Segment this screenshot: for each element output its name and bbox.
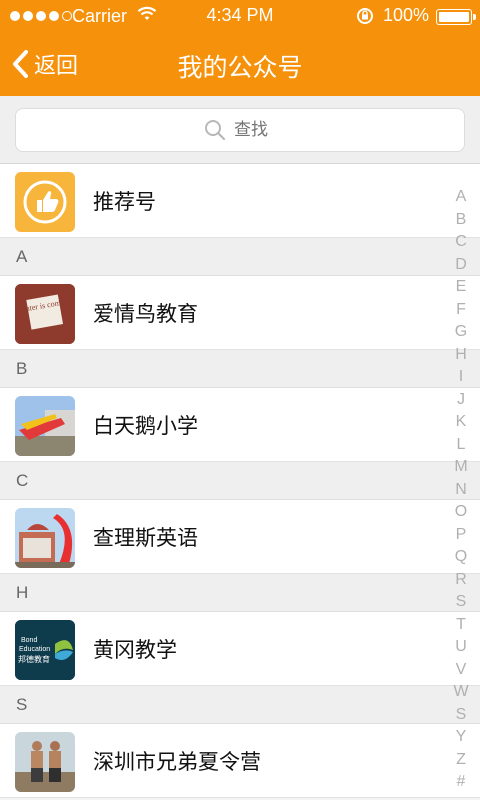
account-name: 爱情鸟教育: [93, 302, 198, 326]
account-list: 推荐号 A Winter is coming 爱情鸟教育 B 白天鹅小学 C 查…: [0, 164, 480, 798]
section-header-c: C: [0, 462, 480, 500]
index-letter[interactable]: I: [452, 366, 470, 389]
account-avatar: Bond Education 邦德教育: [15, 620, 75, 680]
account-avatar: [15, 508, 75, 568]
section-header-a: A: [0, 238, 480, 276]
avatar-text: 邦德教育: [18, 654, 50, 664]
index-letter[interactable]: S: [452, 704, 470, 727]
index-letter[interactable]: V: [452, 659, 470, 682]
search-input[interactable]: [234, 120, 276, 140]
index-letter[interactable]: T: [452, 614, 470, 637]
account-name: 白天鹅小学: [93, 414, 198, 438]
account-row-baitiane[interactable]: 白天鹅小学: [0, 388, 480, 462]
status-bar: Carrier 4:34 PM 100%: [0, 0, 480, 32]
index-letter[interactable]: A: [452, 186, 470, 209]
account-name: 深圳市兄弟夏令营: [93, 750, 261, 774]
account-avatar: [15, 396, 75, 456]
index-letter[interactable]: P: [452, 524, 470, 547]
index-letter[interactable]: B: [452, 209, 470, 232]
alphabet-index[interactable]: A B C D E F G H I J K L M N O P Q R S T …: [452, 186, 470, 794]
account-avatar: [15, 732, 75, 792]
recommend-avatar: [15, 172, 75, 232]
index-letter[interactable]: Q: [452, 546, 470, 569]
index-letter[interactable]: H: [452, 344, 470, 367]
index-letter[interactable]: S: [452, 591, 470, 614]
account-row-shenzhen[interactable]: 深圳市兄弟夏令营: [0, 724, 480, 798]
section-header-s: S: [0, 686, 480, 724]
index-letter[interactable]: L: [452, 434, 470, 457]
index-letter[interactable]: J: [452, 389, 470, 412]
account-row-aiqingniao[interactable]: Winter is coming 爱情鸟教育: [0, 276, 480, 350]
battery-icon: [436, 9, 472, 25]
section-header-h: H: [0, 574, 480, 612]
account-name: 查理斯英语: [93, 526, 198, 550]
index-letter[interactable]: U: [452, 636, 470, 659]
search-icon: [205, 120, 226, 141]
section-header-b: B: [0, 350, 480, 388]
avatar-text: Education: [19, 646, 50, 653]
account-row-chalisi[interactable]: 查理斯英语: [0, 500, 480, 574]
index-letter[interactable]: W: [452, 681, 470, 704]
search-box[interactable]: [15, 108, 465, 152]
account-row-huanggang[interactable]: Bond Education 邦德教育 黄冈教学: [0, 612, 480, 686]
index-letter[interactable]: K: [452, 411, 470, 434]
index-letter[interactable]: N: [452, 479, 470, 502]
index-letter[interactable]: #: [452, 771, 470, 794]
avatar-text: Bond: [21, 637, 37, 644]
index-letter[interactable]: F: [452, 299, 470, 322]
rotation-lock-icon: [355, 6, 375, 31]
index-letter[interactable]: R: [452, 569, 470, 592]
index-letter[interactable]: D: [452, 254, 470, 277]
account-name: 黄冈教学: [93, 638, 177, 662]
index-letter[interactable]: G: [452, 321, 470, 344]
index-letter[interactable]: M: [452, 456, 470, 479]
battery-percent: 100%: [383, 5, 430, 25]
page-title: 我的公众号: [177, 53, 303, 82]
battery-tip: [473, 14, 476, 20]
recommended-accounts-row[interactable]: 推荐号: [0, 164, 480, 238]
index-letter[interactable]: Y: [452, 726, 470, 749]
account-avatar: Winter is coming: [15, 284, 75, 344]
index-letter[interactable]: C: [452, 231, 470, 254]
index-letter[interactable]: O: [452, 501, 470, 524]
recommended-label: 推荐号: [93, 190, 156, 214]
index-letter[interactable]: Z: [452, 749, 470, 772]
navigation-bar: 返回 我的公众号: [0, 32, 480, 96]
thumbs-up-icon: [23, 180, 67, 224]
search-bar-area: [0, 96, 480, 164]
index-letter[interactable]: E: [452, 276, 470, 299]
